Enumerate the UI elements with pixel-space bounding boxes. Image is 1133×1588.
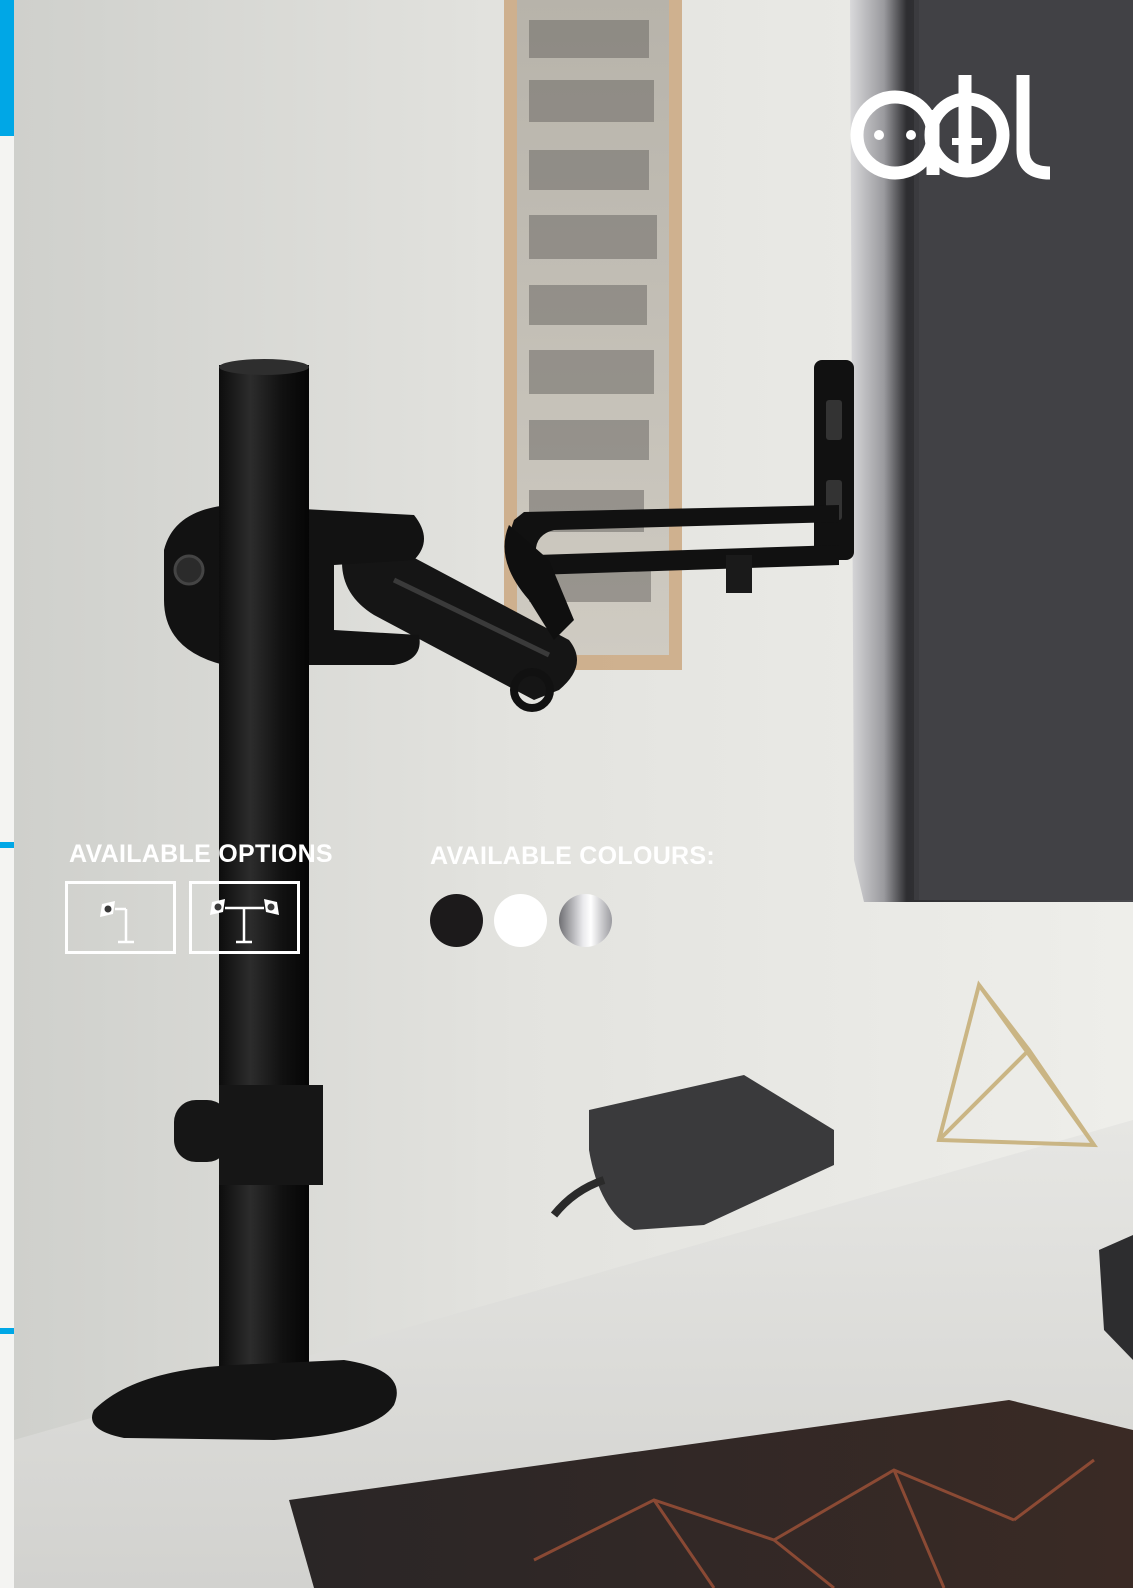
blue-edge-accent-top — [0, 0, 14, 136]
abl-logo — [845, 70, 1060, 185]
option-dual-monitor[interactable] — [189, 881, 300, 954]
product-photo — [14, 0, 1133, 1588]
single-mount-icon — [100, 901, 134, 944]
colour-swatch-black[interactable] — [430, 894, 483, 947]
left-margin-strip — [0, 0, 14, 1588]
available-colours-heading: AVAILABLE COLOURS: — [430, 842, 716, 870]
blue-edge-accent-middle — [0, 842, 14, 848]
blue-edge-accent-bottom — [0, 1328, 14, 1334]
colour-swatch-silver[interactable] — [559, 894, 612, 947]
available-options-heading: AVAILABLE OPTIONS — [69, 840, 333, 868]
option-single-monitor[interactable] — [65, 881, 176, 954]
colour-swatch-white[interactable] — [494, 894, 547, 947]
dual-mount-icon — [210, 899, 279, 944]
